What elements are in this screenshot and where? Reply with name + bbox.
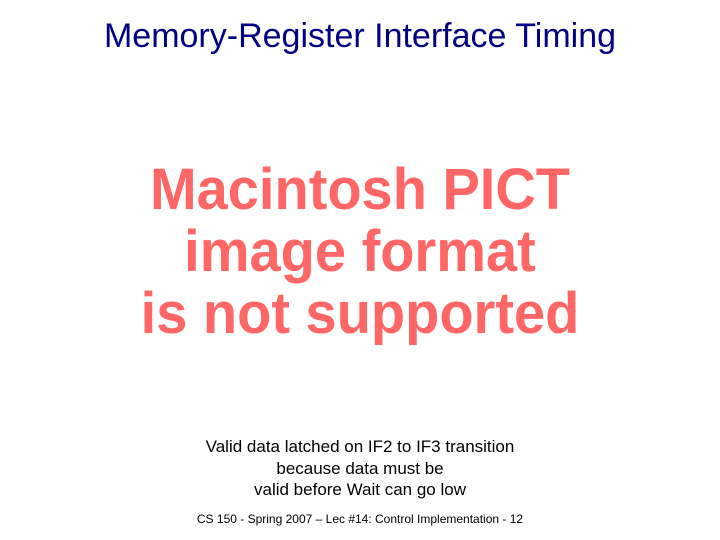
caption-line-2: because data must be — [40, 458, 680, 479]
caption-line-1: Valid data latched on IF2 to IF3 transit… — [40, 436, 680, 457]
slide-footer: CS 150 - Spring 2007 – Lec #14: Control … — [0, 506, 720, 540]
image-placeholder-area: Macintosh PICT image format is not suppo… — [0, 55, 720, 436]
pict-error-message: Macintosh PICT image format is not suppo… — [141, 158, 580, 343]
pict-line-1: Macintosh PICT — [141, 158, 580, 220]
slide-caption: Valid data latched on IF2 to IF3 transit… — [0, 436, 720, 506]
pict-line-2: image format — [141, 220, 580, 282]
slide: Memory-Register Interface Timing Macinto… — [0, 0, 720, 540]
page-title: Memory-Register Interface Timing — [0, 0, 720, 55]
caption-line-3: valid before Wait can go low — [40, 479, 680, 500]
pict-line-3: is not supported — [141, 282, 580, 344]
